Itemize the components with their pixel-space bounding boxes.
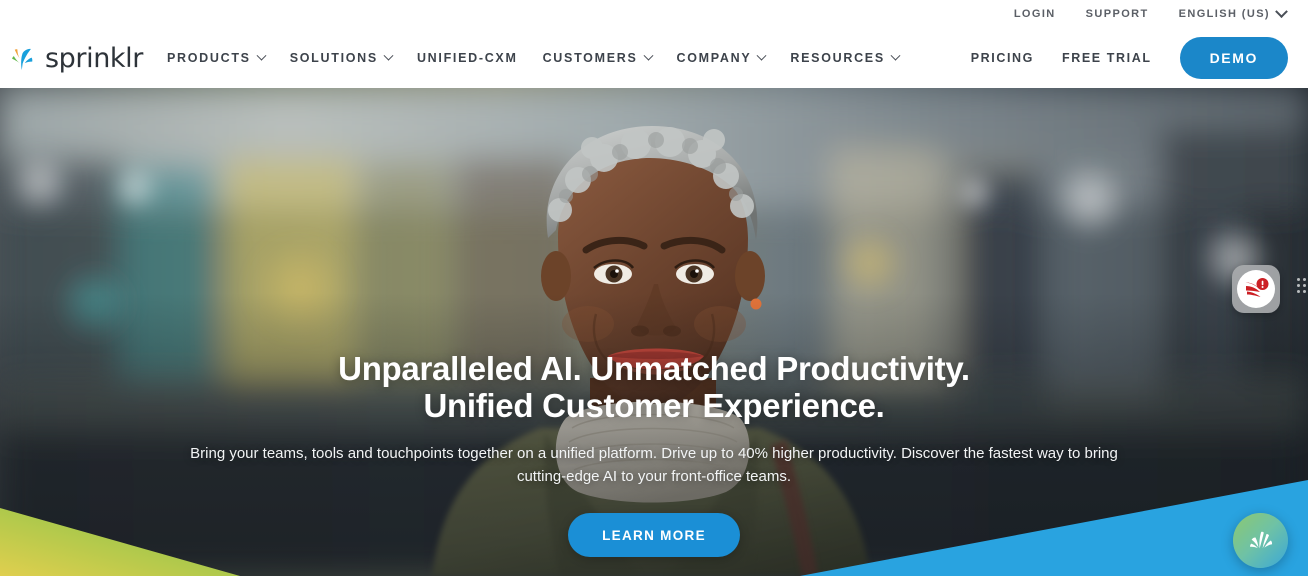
nav-item-label: COMPANY — [676, 51, 752, 65]
hero-headline-line1: Unparalleled AI. Unmatched Productivity. — [338, 350, 970, 387]
chevron-down-icon — [1275, 4, 1288, 18]
chevron-down-icon — [890, 50, 901, 61]
drag-dots-icon[interactable] — [1297, 278, 1306, 293]
drag-dot — [1297, 278, 1300, 281]
demo-button[interactable]: DEMO — [1179, 37, 1288, 79]
free-trial-link[interactable]: FREE TRIAL — [1062, 51, 1152, 65]
nav-item-label: PRODUCTS — [166, 51, 251, 65]
chevron-down-icon — [256, 50, 267, 61]
hero-subtitle: Bring your teams, tools and touchpoints … — [190, 445, 1118, 485]
utility-bar: LOGIN SUPPORT ENGLISH (US) — [1014, 0, 1308, 28]
main-navbar: sprinklr PRODUCTS SOLUTIONS UNIFIED-CXM … — [0, 28, 1308, 88]
chat-launcher-button[interactable] — [1233, 513, 1288, 568]
page-root: LOGIN SUPPORT ENGLISH (US) sprinklr PROD — [0, 0, 1308, 576]
sprinklr-splash-logo-icon — [12, 48, 33, 70]
drag-dot — [1303, 290, 1306, 293]
alert-widget-circle — [1237, 270, 1275, 308]
alert-notification-widget[interactable] — [1232, 265, 1280, 313]
drag-dot — [1303, 284, 1306, 287]
nav-item-label: RESOURCES — [790, 51, 885, 65]
hero-headline-line2: Unified Customer Experience. — [423, 387, 885, 424]
nav-item-label: UNIFIED-CXM — [416, 51, 518, 65]
site-header: LOGIN SUPPORT ENGLISH (US) sprinklr PROD — [0, 0, 1308, 88]
hero-content: Unparalleled AI. Unmatched Productivity.… — [0, 350, 1308, 557]
nav-item-products[interactable]: PRODUCTS — [166, 50, 267, 65]
brand-logo[interactable]: sprinklr — [8, 43, 143, 74]
red-alert-notification-icon — [1245, 278, 1269, 297]
sprinklr-splash-chat-icon — [1249, 531, 1272, 548]
pricing-link[interactable]: PRICING — [971, 51, 1034, 65]
nav-item-customers[interactable]: CUSTOMERS — [542, 50, 653, 65]
language-selector[interactable]: ENGLISH (US) — [1178, 4, 1288, 20]
nav-item-solutions[interactable]: SOLUTIONS — [289, 50, 394, 65]
drag-dot — [1303, 278, 1306, 281]
hero-headline: Unparalleled AI. Unmatched Productivity.… — [60, 350, 1248, 424]
nav-item-company[interactable]: COMPANY — [676, 50, 767, 65]
chevron-down-icon — [383, 50, 394, 61]
brand-name: sprinklr — [45, 42, 143, 74]
nav-item-unified-cxm[interactable]: UNIFIED-CXM — [417, 51, 518, 65]
nav-item-label: CUSTOMERS — [542, 51, 638, 65]
chevron-down-icon — [643, 50, 653, 61]
learn-more-button[interactable]: LEARN MORE — [568, 513, 740, 557]
login-link[interactable]: LOGIN — [1014, 8, 1056, 20]
language-label: ENGLISH (US) — [1178, 8, 1270, 20]
drag-dot — [1297, 284, 1300, 287]
nav-links: PRODUCTS SOLUTIONS UNIFIED-CXM CUSTOMERS… — [166, 50, 901, 65]
nav-actions: PRICING FREE TRIAL DEMO — [971, 37, 1288, 79]
hero-section: Unparalleled AI. Unmatched Productivity.… — [0, 88, 1308, 576]
support-link[interactable]: SUPPORT — [1086, 8, 1149, 20]
nav-item-label: SOLUTIONS — [289, 51, 378, 65]
chevron-down-icon — [756, 50, 767, 61]
drag-dot — [1297, 290, 1300, 293]
nav-item-resources[interactable]: RESOURCES — [790, 50, 901, 65]
